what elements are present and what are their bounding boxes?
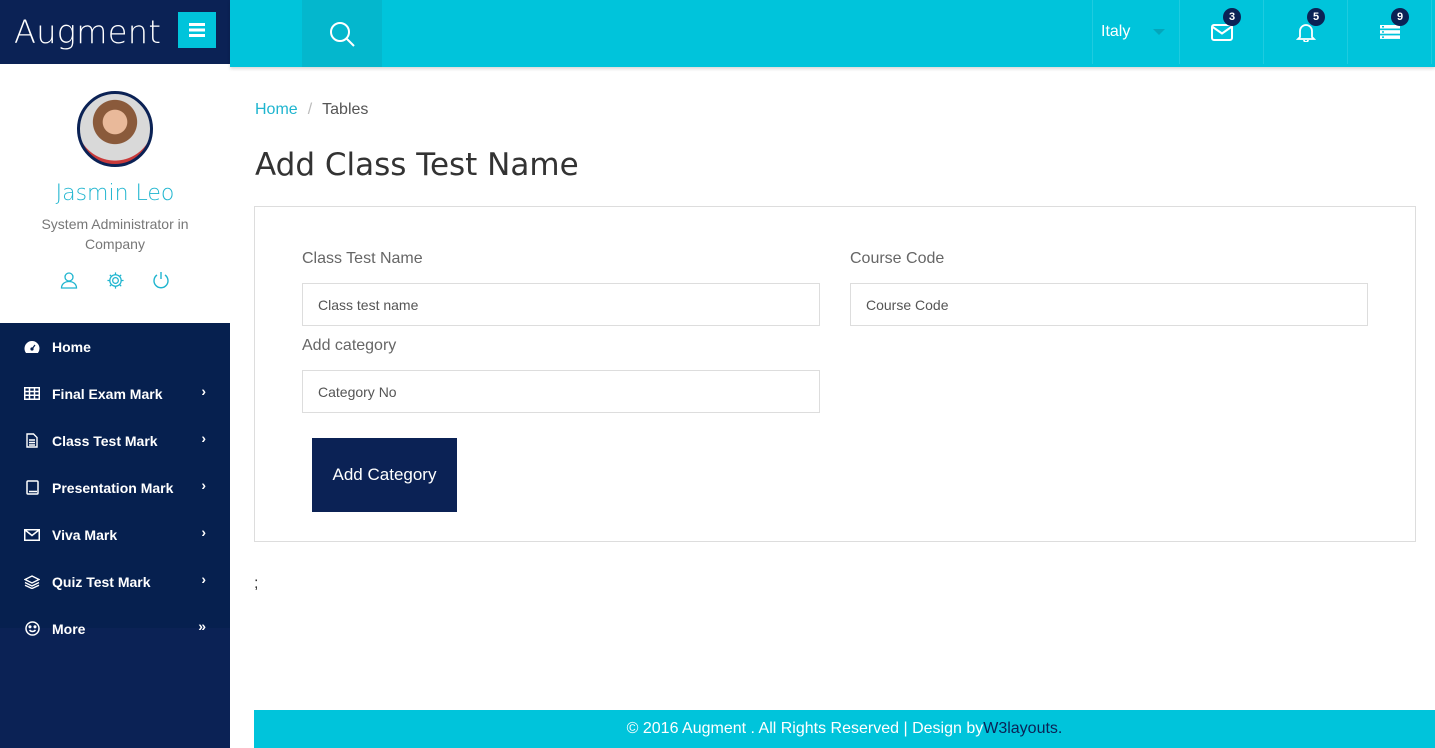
profile-actions xyxy=(0,270,230,290)
sidebar-item-label: More xyxy=(52,620,86,637)
double-chevron-right-icon: » xyxy=(198,618,206,634)
page-title: Add Class Test Name xyxy=(255,147,579,183)
sidebar-item-presentation-mark[interactable]: Presentation Mark › xyxy=(0,464,230,511)
tasks-count-badge: 9 xyxy=(1391,8,1409,26)
chevron-right-icon: › xyxy=(201,383,206,399)
messages-count-badge: 3 xyxy=(1223,8,1241,26)
envelope-icon xyxy=(24,527,40,543)
envelope-icon xyxy=(1210,23,1233,41)
notifications-button[interactable]: 5 xyxy=(1264,0,1348,64)
tasks-list-icon xyxy=(1379,25,1400,39)
class-test-name-label: Class Test Name xyxy=(302,250,423,267)
chevron-right-icon: › xyxy=(201,571,206,587)
profile-name[interactable]: Jasmin Leo xyxy=(0,181,230,206)
sidebar-item-more[interactable]: More » xyxy=(0,605,230,652)
breadcrumb-current: Tables xyxy=(322,101,369,118)
add-category-button[interactable]: Add Category xyxy=(312,438,457,512)
category-input[interactable]: Category No xyxy=(302,370,820,413)
sidebar-nav: Home Final Exam Mark › Class Test Mark ›… xyxy=(0,323,230,652)
dashboard-icon xyxy=(24,339,40,355)
gear-icon[interactable] xyxy=(105,270,125,290)
menu-toggle-button[interactable] xyxy=(178,12,216,48)
sidebar-item-label: Final Exam Mark xyxy=(52,385,163,402)
form-card: Class Test Name Class test name Course C… xyxy=(254,206,1416,542)
sidebar-item-class-test-mark[interactable]: Class Test Mark › xyxy=(0,417,230,464)
sidebar-item-viva-mark[interactable]: Viva Mark › xyxy=(0,511,230,558)
top-navbar: Italy 3 5 9 xyxy=(230,0,1435,67)
brand-bar: Augment xyxy=(0,0,230,64)
chevron-right-icon: › xyxy=(201,524,206,540)
sidebar-item-label: Presentation Mark xyxy=(52,479,174,496)
sidebar-item-label: Class Test Mark xyxy=(52,432,158,449)
footer-designer-link[interactable]: W3layouts. xyxy=(983,720,1062,738)
breadcrumb: Home / Tables xyxy=(255,101,368,119)
stray-text: ; xyxy=(254,575,259,592)
user-icon[interactable] xyxy=(59,270,79,290)
file-icon xyxy=(24,433,40,449)
sidebar-item-label: Viva Mark xyxy=(52,526,118,543)
brand-logo[interactable]: Augment xyxy=(14,13,161,51)
search-button[interactable] xyxy=(302,0,382,67)
breadcrumb-separator: / xyxy=(307,101,313,118)
notifications-count-badge: 5 xyxy=(1307,8,1325,26)
tasks-button[interactable]: 9 xyxy=(1348,0,1432,64)
course-code-input[interactable]: Course Code xyxy=(850,283,1368,326)
sidebar-item-home[interactable]: Home xyxy=(0,323,230,370)
avatar[interactable] xyxy=(77,91,153,167)
class-test-name-input[interactable]: Class test name xyxy=(302,283,820,326)
category-label: Add category xyxy=(302,337,397,354)
profile-role: System Administrator in Company xyxy=(41,216,189,252)
sidebar-item-quiz-test-mark[interactable]: Quiz Test Mark › xyxy=(0,558,230,605)
sidebar-item-label: Home xyxy=(52,338,91,355)
book-icon xyxy=(24,480,40,496)
caret-down-icon xyxy=(1153,29,1165,35)
sidebar-item-final-exam-mark[interactable]: Final Exam Mark › xyxy=(0,370,230,417)
messages-button[interactable]: 3 xyxy=(1180,0,1264,64)
chevron-right-icon: › xyxy=(201,430,206,446)
smile-icon xyxy=(24,621,40,637)
layers-icon xyxy=(24,574,40,590)
sidebar: Augment Jasmin Leo System Administrator … xyxy=(0,0,230,748)
power-icon[interactable] xyxy=(151,270,171,290)
search-icon xyxy=(330,21,355,47)
sidebar-nav-panel: Home Final Exam Mark › Class Test Mark ›… xyxy=(0,323,230,637)
sidebar-item-label: Quiz Test Mark xyxy=(52,573,151,590)
hamburger-icon xyxy=(189,23,205,37)
table-icon xyxy=(24,386,40,402)
footer-text: © 2016 Augment . All Rights Reserved | D… xyxy=(626,720,984,737)
language-value: Italy xyxy=(1101,23,1131,40)
footer: © 2016 Augment . All Rights Reserved | D… xyxy=(254,710,1435,748)
add-category-button-label: Add Category xyxy=(332,465,437,484)
breadcrumb-home-link[interactable]: Home xyxy=(255,101,298,118)
course-code-label: Course Code xyxy=(850,250,945,267)
language-select[interactable]: Italy xyxy=(1092,0,1180,64)
main-content: Home / Tables Add Class Test Name Class Te… xyxy=(230,67,1435,748)
chevron-right-icon: › xyxy=(201,477,206,493)
user-profile-panel: Jasmin Leo System Administrator in Compa… xyxy=(0,64,230,323)
